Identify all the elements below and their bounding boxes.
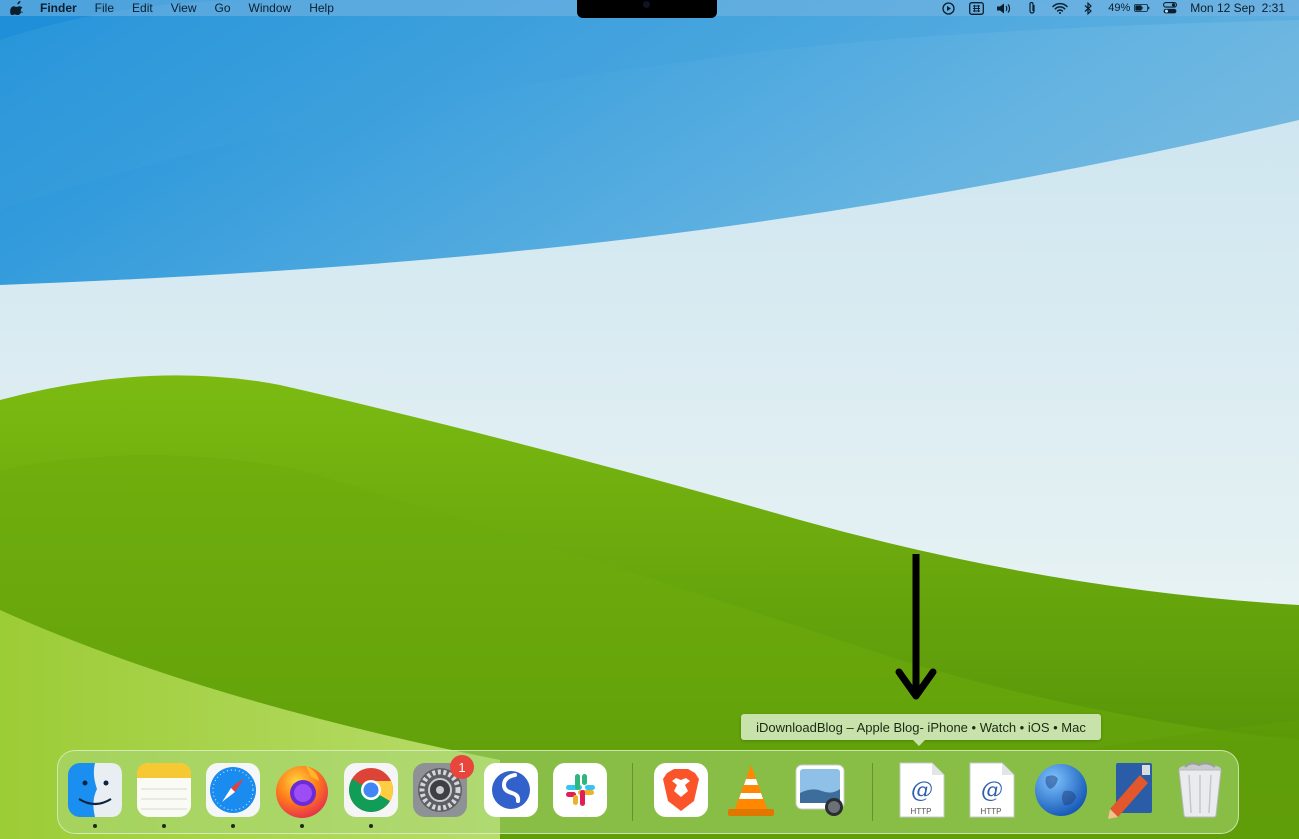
dock-safari[interactable] [204,761,262,828]
dock-chrome[interactable] [342,761,400,828]
desktop-wallpaper [0,0,1299,839]
battery-percent: 49% [1108,2,1131,14]
vlc-cone-icon [728,765,774,816]
running-indicator [162,824,166,828]
menu-go[interactable]: Go [215,1,231,15]
trash-icon [1178,762,1222,818]
menu-help[interactable]: Help [309,1,334,15]
dock-item-tooltip: iDownloadBlog – Apple Blog- iPhone • Wat… [741,714,1101,746]
camera-icon [643,1,650,8]
menu-bar: Finder File Edit View Go Window Help 49% [0,0,1299,18]
tooltip-text: iDownloadBlog – Apple Blog- iPhone • Wat… [756,719,1086,735]
running-indicator [369,824,373,828]
slack-icon [553,763,607,817]
apple-menu-icon[interactable] [10,1,24,16]
dock-simplenote[interactable] [482,761,540,819]
camera-notch [577,0,717,18]
safari-compass-icon [206,763,260,817]
dock-web-location[interactable]: @ HTTP [962,761,1020,819]
simplenote-icon [484,763,538,817]
volume-icon[interactable] [996,1,1012,15]
dock-downloads-stack[interactable] [1102,761,1160,819]
chrome-icon [344,763,398,817]
running-indicator [93,824,97,828]
svg-text:@: @ [911,778,933,803]
dock-system-preferences[interactable]: 1 [411,755,474,819]
battery-status[interactable]: 49% [1108,1,1150,15]
dock-finder[interactable] [66,761,124,828]
annotation-down-arrow [895,552,939,702]
bluetooth-icon[interactable] [1080,1,1096,15]
running-indicator [300,824,304,828]
paperclip-icon[interactable] [1024,1,1040,15]
wifi-icon[interactable] [1052,1,1068,15]
dock-separator [632,763,633,821]
dock-brave[interactable] [652,761,710,819]
menu-view[interactable]: View [171,1,197,15]
dock: 1 @ HTTP @ HTTP [57,750,1239,834]
dock-notes[interactable] [135,761,193,828]
dock-separator [872,763,873,821]
menu-app-name[interactable]: Finder [40,1,77,15]
globe-icon [1035,764,1087,816]
control-center-icon[interactable] [1162,1,1178,15]
preview-photos-icon [795,764,845,816]
notification-badge: 1 [450,755,474,779]
dock-web-location-idownloadblog[interactable]: @ HTTP [892,761,950,819]
brave-lion-icon [654,763,708,817]
dock-network-globe[interactable] [1032,761,1090,819]
menu-window[interactable]: Window [249,1,292,15]
webloc-label: HTTP [980,807,1002,816]
notes-icon [137,763,191,817]
battery-charging-icon [1134,1,1150,15]
finder-icon [68,763,122,817]
running-indicator [231,824,235,828]
webloc-label: HTTP [910,807,932,816]
dock-vlc[interactable] [722,761,780,819]
downloads-stack-icon [1108,763,1152,819]
dock-preview[interactable] [792,761,850,819]
dock-slack[interactable] [551,761,609,819]
firefox-icon [276,766,328,818]
menubar-clock[interactable]: Mon 12 Sep 2:31 [1190,1,1285,15]
dock-trash[interactable] [1171,761,1229,819]
play-status-icon[interactable] [940,1,956,15]
svg-text:@: @ [981,778,1003,803]
screen-grid-icon[interactable] [968,1,984,15]
dock-firefox[interactable] [273,761,331,828]
menu-edit[interactable]: Edit [132,1,153,15]
menu-file[interactable]: File [95,1,114,15]
